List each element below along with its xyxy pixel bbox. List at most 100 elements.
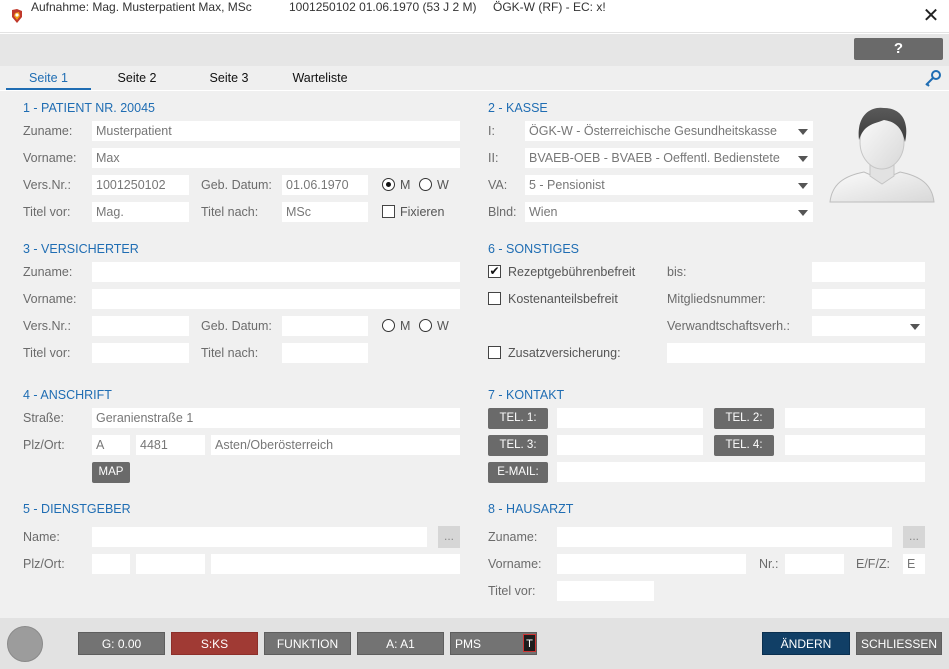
kasse-2-label: II: <box>488 151 499 165</box>
dienstgeber-plz-field[interactable] <box>136 554 205 574</box>
key-icon[interactable] <box>923 68 943 88</box>
hausarzt-zuname-field[interactable] <box>557 527 892 547</box>
patient-titel-vor-label: Titel vor: <box>23 205 71 219</box>
patient-sex-w-radio[interactable] <box>419 178 432 191</box>
rezept-checkbox[interactable]: ✔ <box>488 265 501 278</box>
email-field[interactable] <box>557 462 925 482</box>
section-versicherter-heading: 3 - VERSICHERTER <box>23 242 139 256</box>
section-hausarzt-heading: 8 - HAUSARZT <box>488 502 574 516</box>
vers-gebdatum-label: Geb. Datum: <box>201 319 272 333</box>
patient-sex-w-label: W <box>437 178 449 192</box>
mitglied-field[interactable] <box>812 289 925 309</box>
sks-button[interactable]: S:KS <box>171 632 258 655</box>
email-button[interactable]: E-MAIL: <box>488 462 548 483</box>
strasse-field[interactable]: Geranienstraße 1 <box>92 408 460 428</box>
tel1-button[interactable]: TEL. 1: <box>488 408 548 429</box>
zusatz-checkbox[interactable] <box>488 346 501 359</box>
vers-zuname-field[interactable] <box>92 262 460 282</box>
tel3-field[interactable] <box>557 435 703 455</box>
patient-titel-nach-field[interactable]: MSc <box>282 202 368 222</box>
bis-field[interactable] <box>812 262 925 282</box>
tab-seite-2[interactable]: Seite 2 <box>97 66 177 90</box>
tel2-field[interactable] <box>785 408 925 428</box>
patient-vorname-label: Vorname: <box>23 151 77 165</box>
tel1-field[interactable] <box>557 408 703 428</box>
patient-gebdatum-field[interactable]: 01.06.1970 <box>282 175 368 195</box>
patient-vorname-field[interactable]: Max <box>92 148 460 168</box>
fixieren-checkbox[interactable] <box>382 205 395 218</box>
window-insurance-info: ÖGK-W (RF) - EC: x! <box>493 0 606 14</box>
g-button[interactable]: G: 0.00 <box>78 632 165 655</box>
a-button[interactable]: A: A1 <box>357 632 444 655</box>
patient-versnr-label: Vers.Nr.: <box>23 178 71 192</box>
patient-zuname-label: Zuname: <box>23 124 73 138</box>
hausarzt-vorname-label: Vorname: <box>488 557 542 571</box>
verwandt-select[interactable] <box>812 316 925 336</box>
map-button[interactable]: MAP <box>92 462 130 483</box>
hausarzt-lookup-button[interactable]: ... <box>903 526 925 548</box>
kasse-2-select[interactable]: BVAEB-OEB - BVAEB - Oeffentl. Bedienstet… <box>525 148 813 168</box>
hausarzt-nr-field[interactable] <box>785 554 844 574</box>
hausarzt-titel-vor-field[interactable] <box>557 581 654 601</box>
schliessen-button[interactable]: SCHLIESSEN <box>856 632 942 655</box>
ort-field[interactable]: Asten/Oberösterreich <box>211 435 460 455</box>
patient-titel-nach-label: Titel nach: <box>201 205 259 219</box>
hausarzt-efz-field[interactable]: E <box>903 554 925 574</box>
vers-titel-vor-field[interactable] <box>92 343 189 363</box>
zusatz-field[interactable] <box>667 343 925 363</box>
dienstgeber-ort-field[interactable] <box>211 554 460 574</box>
vers-zuname-label: Zuname: <box>23 265 73 279</box>
tab-seite-3[interactable]: Seite 3 <box>189 66 269 90</box>
vers-sex-w-label: W <box>437 319 449 333</box>
vers-versnr-field[interactable] <box>92 316 189 336</box>
status-indicator[interactable] <box>7 626 43 662</box>
aendern-button[interactable]: ÄNDERN <box>762 632 850 655</box>
tab-warteliste[interactable]: Warteliste <box>280 66 360 90</box>
plzort-label: Plz/Ort: <box>23 438 65 452</box>
tel4-field[interactable] <box>785 435 925 455</box>
plz-field[interactable]: 4481 <box>136 435 205 455</box>
patient-versnr-field[interactable]: 1001250102 <box>92 175 189 195</box>
vers-titel-nach-field[interactable] <box>282 343 368 363</box>
vers-sex-m-label: M <box>400 319 411 333</box>
kasse-blnd-select[interactable]: Wien <box>525 202 813 222</box>
hausarzt-titel-vor-label: Titel vor: <box>488 584 536 598</box>
patient-sex-m-label: M <box>400 178 411 192</box>
vers-gebdatum-field[interactable] <box>282 316 368 336</box>
help-button[interactable]: ? <box>854 38 943 60</box>
vers-sex-m-radio[interactable] <box>382 319 395 332</box>
dienstgeber-name-field[interactable] <box>92 527 427 547</box>
rezept-label: Rezeptgebührenbefreit <box>508 265 636 279</box>
tel2-button[interactable]: TEL. 2: <box>714 408 774 429</box>
dienstgeber-plzort-label: Plz/Ort: <box>23 557 65 571</box>
hausarzt-efz-label: E/F/Z: <box>856 557 891 571</box>
vers-vorname-field[interactable] <box>92 289 460 309</box>
vers-titel-vor-label: Titel vor: <box>23 346 71 360</box>
tel3-button[interactable]: TEL. 3: <box>488 435 548 456</box>
hausarzt-vorname-field[interactable] <box>557 554 746 574</box>
vers-sex-w-radio[interactable] <box>419 319 432 332</box>
dienstgeber-land-field[interactable] <box>92 554 130 574</box>
avatar[interactable] <box>826 100 938 204</box>
patient-zuname-field[interactable]: Musterpatient <box>92 121 460 141</box>
dienstgeber-lookup-button[interactable]: ... <box>438 526 460 548</box>
app-icon <box>12 9 22 23</box>
close-icon[interactable]: ✕ <box>918 3 944 29</box>
tel4-button[interactable]: TEL. 4: <box>714 435 774 456</box>
funktion-button[interactable]: FUNKTION <box>264 632 351 655</box>
tab-seite-1[interactable]: Seite 1 <box>6 66 91 90</box>
kasse-va-label: VA: <box>488 178 508 192</box>
kosten-checkbox[interactable] <box>488 292 501 305</box>
land-field[interactable]: A <box>92 435 130 455</box>
patient-sex-m-radio[interactable] <box>382 178 395 191</box>
window-patient-info: 1001250102 01.06.1970 (53 J 2 M) <box>289 0 477 14</box>
kosten-label: Kostenanteilsbefreit <box>508 292 618 306</box>
kasse-va-select[interactable]: 5 - Pensionist <box>525 175 813 195</box>
section-sonstiges-heading: 6 - SONSTIGES <box>488 242 579 256</box>
kasse-1-select[interactable]: ÖGK-W - Österreichische Gesundheitskasse <box>525 121 813 141</box>
patient-titel-vor-field[interactable]: Mag. <box>92 202 189 222</box>
vers-versnr-label: Vers.Nr.: <box>23 319 71 333</box>
bis-label: bis: <box>667 265 687 279</box>
strasse-label: Straße: <box>23 411 64 425</box>
vers-vorname-label: Vorname: <box>23 292 77 306</box>
